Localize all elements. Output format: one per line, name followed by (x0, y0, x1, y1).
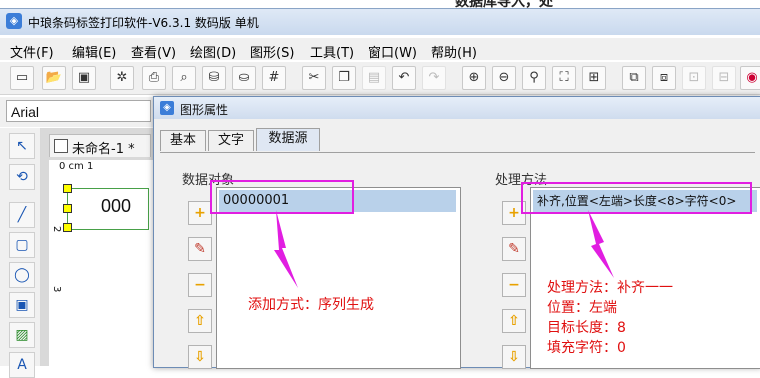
rounded-rect-icon[interactable]: ▢ (9, 232, 35, 258)
data-object-button-column: + ✎ − ⇧ ⇩ (188, 201, 212, 371)
document-tab-label: 未命名-1 * (72, 142, 135, 157)
canvas-text-value: 000 (101, 196, 132, 216)
highlight-box-process-method (521, 182, 752, 214)
new-file-icon[interactable]: ▭ (10, 66, 34, 90)
actual-size-icon[interactable]: ⊞ (582, 66, 606, 90)
menu-help[interactable]: 帮助(H) (431, 42, 477, 61)
bring-forward-icon[interactable]: ⧉ (622, 66, 646, 90)
data-object-list[interactable]: 00000001 (216, 187, 461, 369)
edit-icon[interactable]: ✎ (502, 237, 526, 261)
horizontal-ruler: 0 cm 1 (49, 160, 161, 177)
rotate-icon[interactable]: ⟲ (9, 164, 35, 190)
annotation-process-line-2: 位置：左端 (547, 300, 617, 316)
menu-window[interactable]: 窗口(W) (368, 42, 417, 61)
add-icon[interactable]: + (188, 201, 212, 225)
dialog-app-icon: ◈ (160, 101, 174, 115)
remove-icon[interactable]: − (502, 273, 526, 297)
move-down-icon[interactable]: ⇩ (188, 345, 212, 369)
annotation-arrow-right (588, 210, 614, 278)
font-family-select[interactable]: Arial (6, 100, 151, 122)
menu-tools[interactable]: 工具(T) (310, 42, 354, 61)
ruler-left-label-top: 2 (51, 226, 62, 233)
document-icon (54, 139, 68, 153)
image-tool-icon[interactable]: ▣ (9, 292, 35, 318)
group-icon[interactable]: ⊡ (682, 66, 706, 90)
process-button-column: + ✎ − ⇧ ⇩ (502, 201, 526, 371)
annotation-process-line-3: 目标长度：8 (547, 320, 626, 336)
paste-icon[interactable]: ▤ (362, 66, 386, 90)
eye-icon[interactable]: ◉ (740, 66, 760, 90)
move-down-icon[interactable]: ⇩ (502, 345, 526, 369)
tab-basic[interactable]: 基本 (160, 130, 206, 151)
grid-icon[interactable]: # (262, 66, 286, 90)
picture-icon[interactable]: ▨ (9, 322, 35, 348)
shape-properties-dialog: ◈ 图形属性 基本 文字 数据源 数据对象 + ✎ − ⇧ ⇩ 00000001… (153, 96, 760, 371)
ruler-left-label-bottom: 3 (51, 286, 62, 293)
copy-icon[interactable]: ❐ (332, 66, 356, 90)
document-area: 未命名-1 * 0 cm 1 2 3 000 (41, 128, 161, 366)
menu-shape[interactable]: 图形(S) (250, 42, 294, 61)
undo-icon[interactable]: ↶ (392, 66, 416, 90)
open-folder-icon[interactable]: 📂 (42, 66, 66, 90)
edit-icon[interactable]: ✎ (188, 237, 212, 261)
vertical-ruler: 2 3 (49, 176, 64, 366)
resize-handle[interactable] (63, 184, 72, 193)
save-icon[interactable]: ▣ (72, 66, 96, 90)
app-logo-icon: ◈ (6, 13, 22, 29)
select-pointer-icon[interactable]: ↖ (9, 133, 35, 159)
menu-edit[interactable]: 编辑(E) (72, 42, 116, 61)
tab-divider (160, 152, 755, 153)
zoom-out-icon[interactable]: ⊖ (492, 66, 516, 90)
ellipse-icon[interactable]: ◯ (9, 262, 35, 288)
redo-icon[interactable]: ↷ (422, 66, 446, 90)
menu-file[interactable]: 文件(F) (10, 42, 54, 61)
move-up-icon[interactable]: ⇧ (188, 309, 212, 333)
annotation-arrow-left (274, 210, 298, 288)
highlight-box-data-object (210, 180, 354, 214)
tab-text[interactable]: 文字 (208, 130, 254, 151)
menu-draw[interactable]: 绘图(D) (190, 42, 236, 61)
cut-icon[interactable]: ✂ (302, 66, 326, 90)
send-backward-icon[interactable]: ⧈ (652, 66, 676, 90)
fit-page-icon[interactable]: ⛶ (552, 66, 576, 90)
resize-handle[interactable] (63, 223, 72, 232)
menu-bar: 文件(F) 编辑(E) 查看(V) 绘图(D) 图形(S) 工具(T) 窗口(W… (0, 38, 760, 61)
print-icon[interactable]: ⎙ (142, 66, 166, 90)
tab-datasource[interactable]: 数据源 (256, 128, 320, 151)
document-tab[interactable]: 未命名-1 * (49, 134, 151, 157)
zoom-in-icon[interactable]: ⊕ (462, 66, 486, 90)
annotation-add-method: 添加方式：序列生成 (248, 297, 374, 313)
print-preview-icon[interactable]: ⌕ (172, 66, 196, 90)
settings-gear-icon[interactable]: ✲ (110, 66, 134, 90)
window-title: 中琅条码标签打印软件-V6.3.1 数码版 单机 (28, 16, 259, 30)
line-tool-icon[interactable]: ╱ (9, 202, 35, 228)
annotation-process-line-1: 处理方法：补齐一一 (547, 280, 673, 296)
ruler-top-label: 0 cm 1 (59, 161, 94, 172)
dialog-title-bar: ◈ 图形属性 (154, 97, 760, 119)
remove-icon[interactable]: − (188, 273, 212, 297)
dialog-title: 图形属性 (180, 103, 229, 117)
text-tool-icon[interactable]: A (9, 352, 35, 378)
toolbar: ▭ 📂 ▣ ✲ ⎙ ⌕ ⛁ ⛀ # ✂ ❐ ▤ ↶ ↷ ⊕ ⊖ ⚲ ⛶ ⊞ ⧉ … (0, 62, 760, 95)
drawing-tool-column: ↖ ⟲ ╱ ▢ ◯ ▣ ▨ A (0, 128, 41, 378)
database-settings-icon[interactable]: ⛀ (232, 66, 256, 90)
database-icon[interactable]: ⛁ (202, 66, 226, 90)
menu-view[interactable]: 查看(V) (131, 42, 176, 61)
resize-handle[interactable] (63, 204, 72, 213)
title-bar: ◈ 中琅条码标签打印软件-V6.3.1 数码版 单机 (0, 8, 760, 35)
zoom-icon[interactable]: ⚲ (522, 66, 546, 90)
move-up-icon[interactable]: ⇧ (502, 309, 526, 333)
annotation-process-line-4: 填充字符：0 (547, 340, 626, 356)
ungroup-icon[interactable]: ⊟ (712, 66, 736, 90)
